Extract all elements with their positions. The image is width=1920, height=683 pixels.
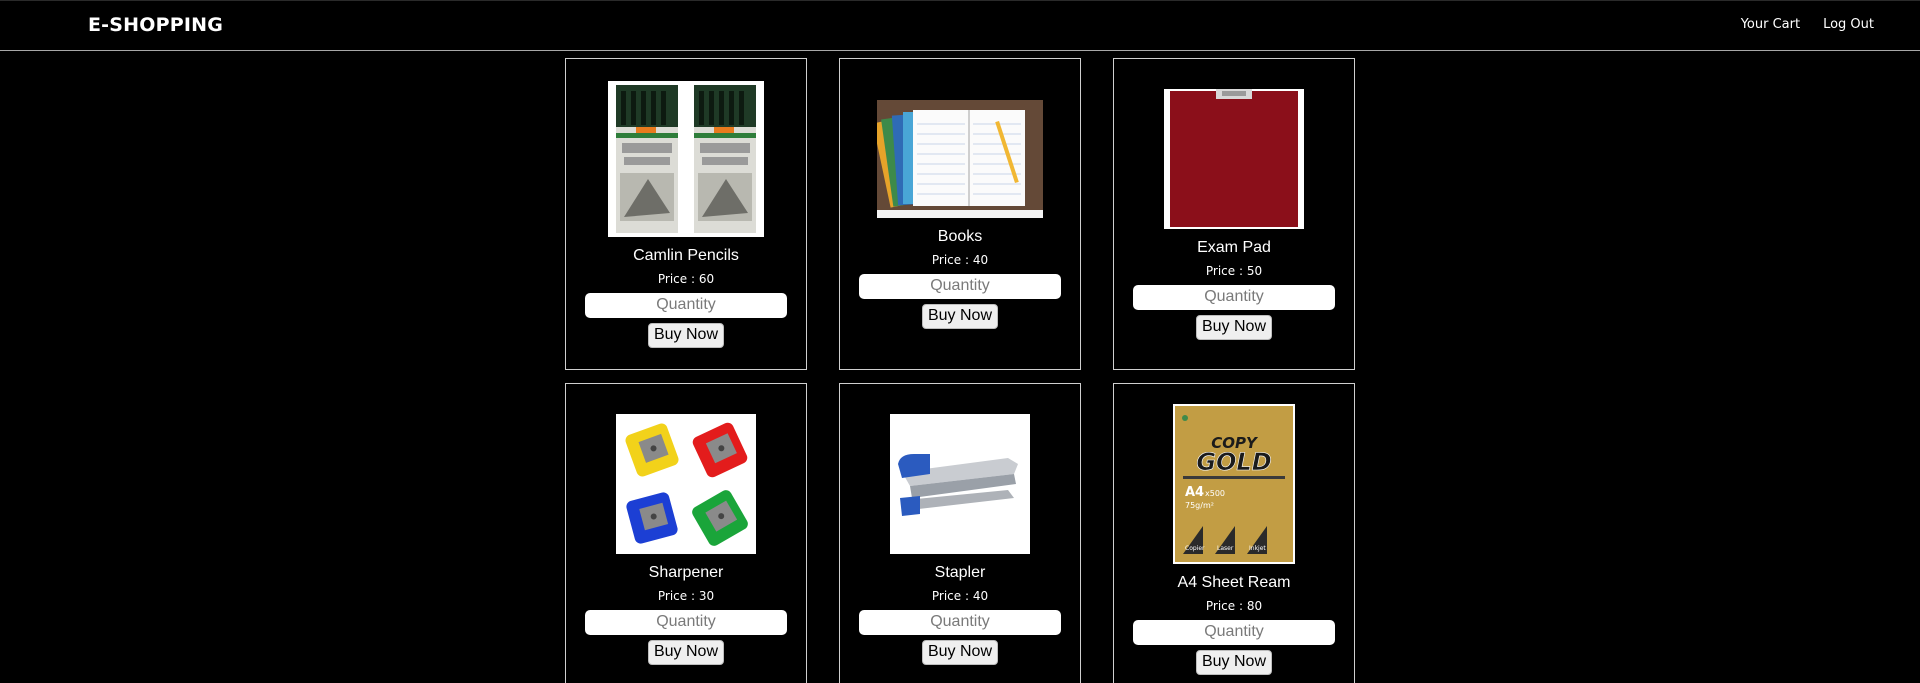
ream-laser: Laser <box>1217 545 1234 552</box>
ream-size: A4 <box>1185 485 1204 500</box>
product-card: Exam Pad Price : 50 Buy Now <box>1113 58 1355 370</box>
product-card: Camlin Pencils Price : 60 Buy Now <box>565 58 807 370</box>
brand-logo[interactable]: E-SHOPPING <box>88 14 223 36</box>
buy-now-button[interactable]: Buy Now <box>647 322 725 348</box>
buy-now-button[interactable]: Buy Now <box>921 639 999 665</box>
product-name: Sharpener <box>648 563 724 581</box>
product-name: Books <box>937 227 983 245</box>
product-price: Price : 40 <box>932 253 988 267</box>
product-name: Exam Pad <box>1197 238 1271 256</box>
product-card: Sharpener Price : 30 Buy Now <box>565 383 807 683</box>
quantity-input[interactable] <box>859 609 1061 635</box>
price-label: Price : <box>931 252 973 267</box>
product-name: Camlin Pencils <box>633 246 739 264</box>
ream-copier: Copier <box>1185 545 1205 552</box>
product-card: COPY GOLD A4 x500 75g/m² Copier Laser In… <box>1113 383 1355 683</box>
log-out-link[interactable]: Log Out <box>1823 17 1874 32</box>
ream-inkjet: Inkjet <box>1249 545 1266 552</box>
navbar: E-SHOPPING Your Cart Log Out <box>0 0 1920 51</box>
product-card: Stapler Price : 40 Buy Now <box>839 383 1081 683</box>
buy-now-button[interactable]: Buy Now <box>1195 314 1273 340</box>
price-label: Price : <box>931 588 973 603</box>
pencil-box-image <box>608 80 764 237</box>
price-value: 30 <box>698 588 715 603</box>
product-name: A4 Sheet Ream <box>1177 573 1291 591</box>
sharpeners-image <box>616 413 756 554</box>
price-value: 40 <box>972 252 989 267</box>
product-name: Stapler <box>934 563 986 581</box>
nav-links: Your Cart Log Out <box>1741 17 1874 32</box>
product-price: Price : 50 <box>1206 264 1262 278</box>
buy-now-button[interactable]: Buy Now <box>1195 649 1273 675</box>
your-cart-link[interactable]: Your Cart <box>1741 17 1800 32</box>
price-label: Price : <box>1205 598 1247 613</box>
product-price: Price : 40 <box>932 589 988 603</box>
product-price: Price : 30 <box>658 589 714 603</box>
product-price: Price : 60 <box>658 272 714 286</box>
quantity-input[interactable] <box>859 273 1061 299</box>
notebooks-image <box>877 99 1043 218</box>
price-value: 50 <box>1246 263 1263 278</box>
ream-count: x500 <box>1205 489 1225 498</box>
quantity-input[interactable] <box>1133 619 1335 645</box>
ream-weight: 75g/m² <box>1185 501 1214 510</box>
paper-ream-image: COPY GOLD A4 x500 75g/m² Copier Laser In… <box>1173 403 1295 564</box>
quantity-input[interactable] <box>1133 284 1335 310</box>
buy-now-button[interactable]: Buy Now <box>921 303 999 329</box>
price-label: Price : <box>1205 263 1247 278</box>
price-label: Price : <box>657 588 699 603</box>
ream-brand-gold: GOLD <box>1196 448 1271 476</box>
quantity-input[interactable] <box>585 609 787 635</box>
product-price: Price : 80 <box>1206 599 1262 613</box>
price-value: 60 <box>698 271 715 286</box>
clipboard-image <box>1164 88 1304 229</box>
price-value: 40 <box>972 588 989 603</box>
price-label: Price : <box>657 271 699 286</box>
quantity-input[interactable] <box>585 292 787 318</box>
stapler-image <box>890 413 1030 554</box>
price-value: 80 <box>1246 598 1263 613</box>
buy-now-button[interactable]: Buy Now <box>647 639 725 665</box>
product-card: Books Price : 40 Buy Now <box>839 58 1081 370</box>
